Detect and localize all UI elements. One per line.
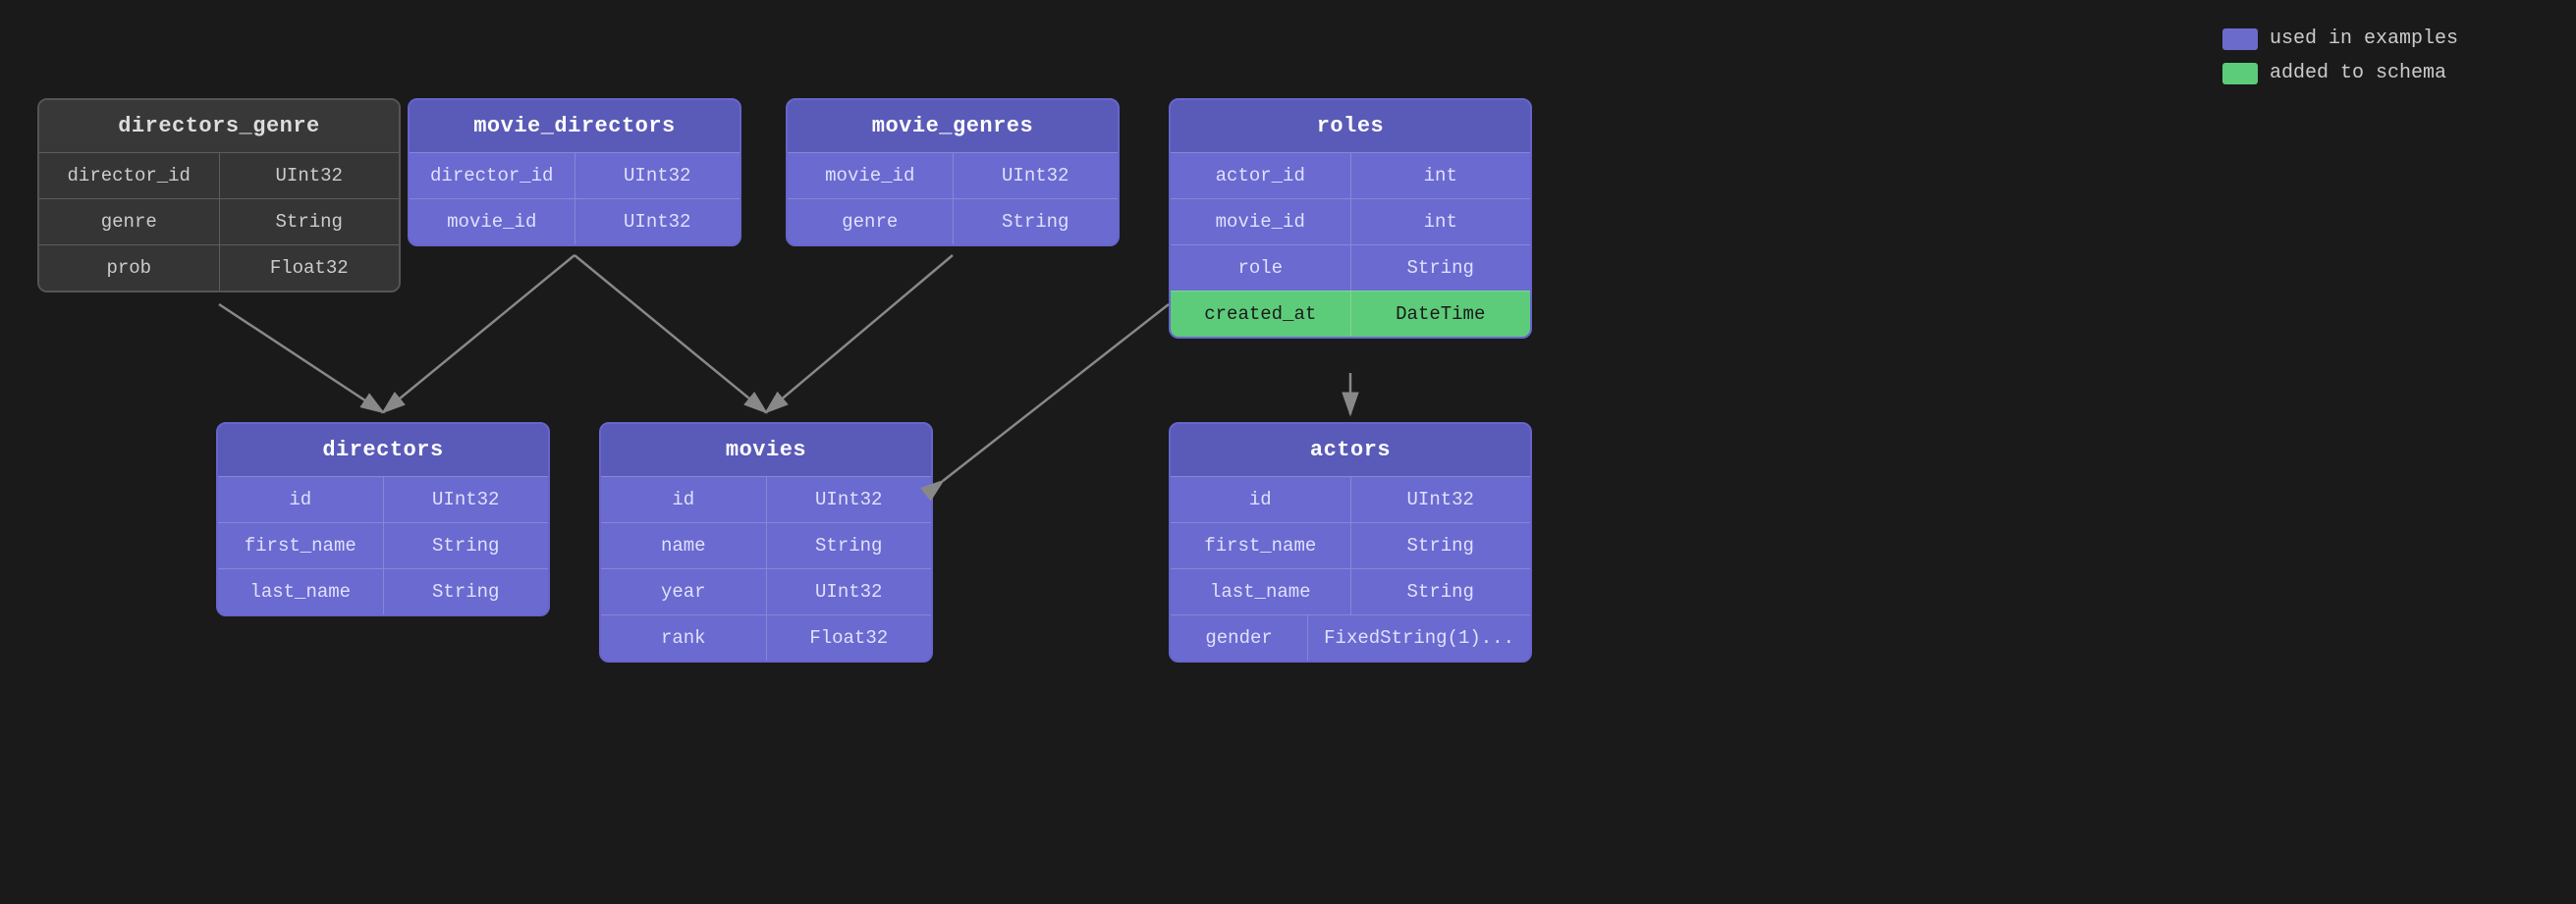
cell: movie_id — [410, 199, 575, 244]
table-title-movie-genres: movie_genres — [788, 100, 1118, 152]
legend-item-green: added to schema — [2222, 62, 2458, 84]
cell: UInt32 — [220, 153, 400, 198]
table-row: role String — [1171, 244, 1530, 291]
cell: name — [601, 523, 767, 568]
table-row: first_name String — [1171, 522, 1530, 568]
legend-box-blue — [2222, 28, 2258, 50]
table-row: name String — [601, 522, 931, 568]
canvas: used in examples added to schema directo… — [0, 0, 2576, 904]
cell: prob — [39, 245, 220, 291]
cell: movie_id — [788, 153, 954, 198]
cell: Float32 — [767, 615, 932, 661]
legend: used in examples added to schema — [2222, 27, 2458, 84]
table-row: id UInt32 — [601, 476, 931, 522]
legend-label-green: added to schema — [2270, 62, 2446, 84]
cell: int — [1351, 153, 1531, 198]
table-movie-genres: movie_genres movie_id UInt32 genre Strin… — [786, 98, 1120, 246]
arrow-md-directors — [383, 255, 575, 412]
cell: rank — [601, 615, 767, 661]
cell: id — [218, 477, 384, 522]
cell: director_id — [410, 153, 575, 198]
table-row: prob Float32 — [39, 244, 399, 291]
cell: gender — [1171, 615, 1308, 661]
table-actors: actors id UInt32 first_name String last_… — [1169, 422, 1532, 663]
cell: created_at — [1171, 292, 1351, 337]
table-row: director_id UInt32 — [410, 152, 740, 198]
cell: DateTime — [1351, 292, 1531, 337]
cell: String — [384, 569, 549, 614]
cell: genre — [788, 199, 954, 244]
table-row: id UInt32 — [1171, 476, 1530, 522]
table-row: year UInt32 — [601, 568, 931, 614]
cell: movie_id — [1171, 199, 1351, 244]
table-row: movie_id UInt32 — [788, 152, 1118, 198]
table-row-green: created_at DateTime — [1171, 291, 1530, 337]
cell: String — [384, 523, 549, 568]
table-directors-genre: directors_genre director_id UInt32 genre… — [37, 98, 401, 292]
cell: UInt32 — [767, 569, 932, 614]
cell: String — [220, 199, 400, 244]
table-title-movies: movies — [601, 424, 931, 476]
cell: String — [1351, 569, 1531, 614]
cell: genre — [39, 199, 220, 244]
cell: String — [1351, 523, 1531, 568]
cell: String — [1351, 245, 1531, 291]
arrow-md-movies — [575, 255, 766, 412]
table-row: actor_id int — [1171, 152, 1530, 198]
table-row: last_name String — [218, 568, 548, 614]
table-title-movie-directors: movie_directors — [410, 100, 740, 152]
legend-item-blue: used in examples — [2222, 27, 2458, 50]
table-movies: movies id UInt32 name String year UInt32… — [599, 422, 933, 663]
cell: UInt32 — [954, 153, 1119, 198]
table-row: rank Float32 — [601, 614, 931, 661]
cell: year — [601, 569, 767, 614]
cell: int — [1351, 199, 1531, 244]
table-row: director_id UInt32 — [39, 152, 399, 198]
cell: role — [1171, 245, 1351, 291]
table-title-directors-genre: directors_genre — [39, 100, 399, 152]
arrow-dg-directors — [219, 304, 383, 412]
cell: Float32 — [220, 245, 400, 291]
table-movie-directors: movie_directors director_id UInt32 movie… — [408, 98, 741, 246]
cell: String — [767, 523, 932, 568]
cell: UInt32 — [575, 153, 740, 198]
arrow-roles-movies — [943, 304, 1169, 481]
legend-label-blue: used in examples — [2270, 27, 2458, 50]
cell: FixedString(1)... — [1308, 615, 1530, 661]
cell: first_name — [218, 523, 384, 568]
cell: actor_id — [1171, 153, 1351, 198]
cell: last_name — [218, 569, 384, 614]
table-title-directors: directors — [218, 424, 548, 476]
cell: UInt32 — [384, 477, 549, 522]
table-roles: roles actor_id int movie_id int role Str… — [1169, 98, 1532, 339]
cell: UInt32 — [1351, 477, 1531, 522]
table-row: id UInt32 — [218, 476, 548, 522]
table-row: last_name String — [1171, 568, 1530, 614]
table-title-actors: actors — [1171, 424, 1530, 476]
cell: id — [601, 477, 767, 522]
table-title-roles: roles — [1171, 100, 1530, 152]
table-row: movie_id int — [1171, 198, 1530, 244]
cell: first_name — [1171, 523, 1351, 568]
cell: id — [1171, 477, 1351, 522]
arrow-mg-movies — [766, 255, 953, 412]
table-row: gender FixedString(1)... — [1171, 614, 1530, 661]
table-row: first_name String — [218, 522, 548, 568]
cell: last_name — [1171, 569, 1351, 614]
legend-box-green — [2222, 63, 2258, 84]
cell: UInt32 — [767, 477, 932, 522]
table-row: genre String — [39, 198, 399, 244]
table-row: genre String — [788, 198, 1118, 244]
cell: String — [954, 199, 1119, 244]
table-directors: directors id UInt32 first_name String la… — [216, 422, 550, 616]
cell: director_id — [39, 153, 220, 198]
cell: UInt32 — [575, 199, 740, 244]
table-row: movie_id UInt32 — [410, 198, 740, 244]
